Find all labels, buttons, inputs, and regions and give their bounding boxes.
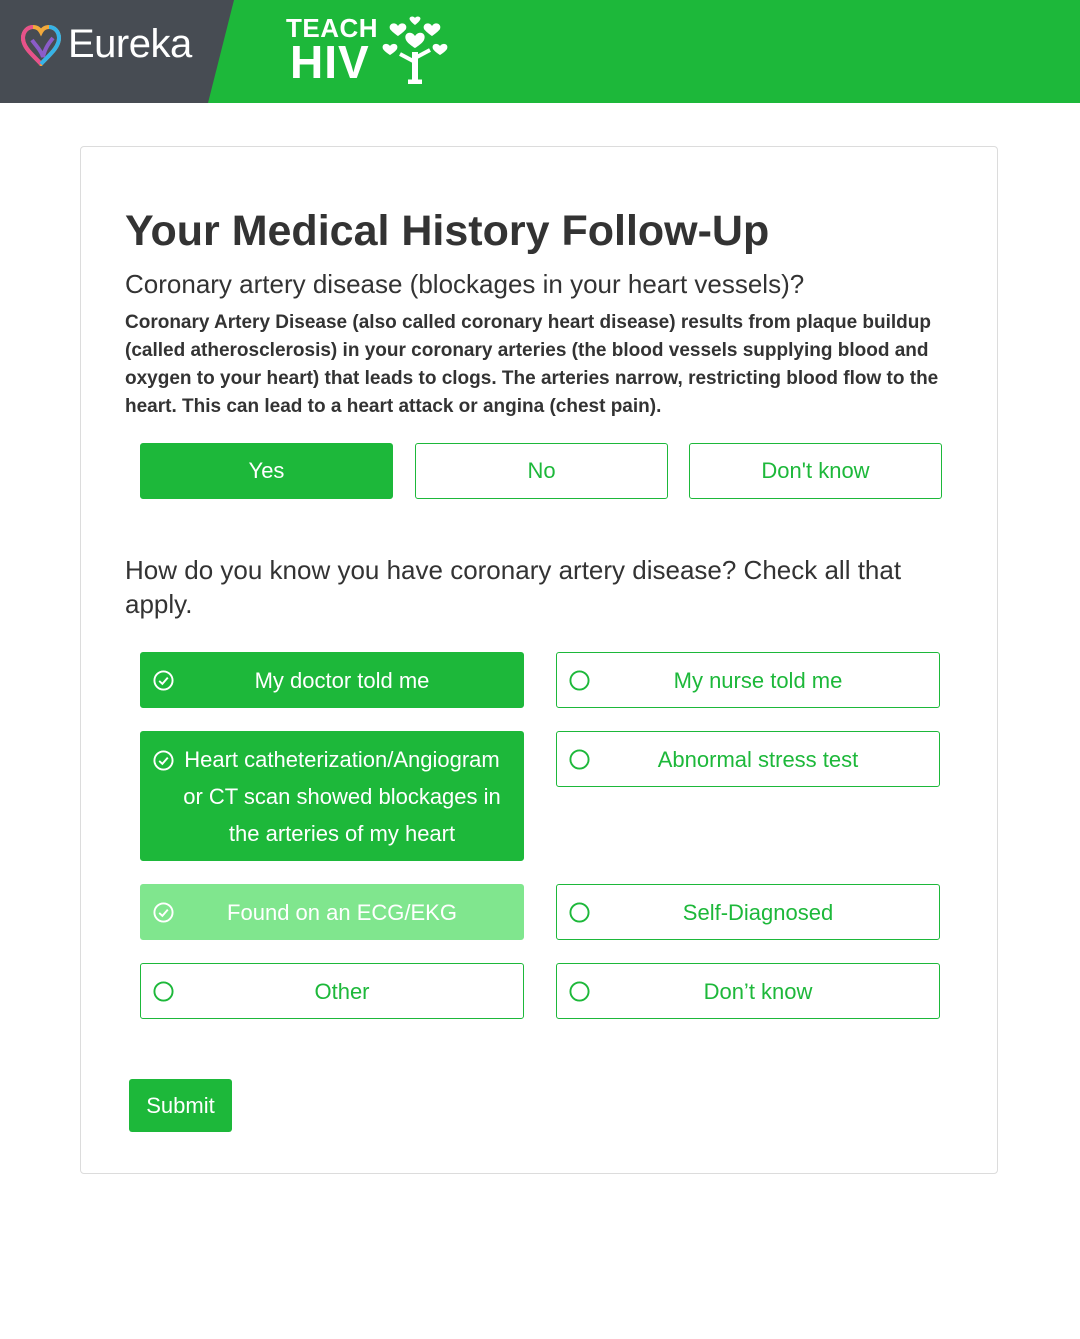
option-abnormal-stress-test[interactable]: Abnormal stress test (556, 731, 940, 787)
option-self-diagnosed[interactable]: Self-Diagnosed (556, 884, 940, 940)
followup-question: How do you know you have coronary artery… (125, 555, 902, 619)
answer-no-button[interactable]: No (415, 443, 668, 499)
program-logo-bottom: HIV (290, 36, 370, 88)
option-label: Don’t know (703, 978, 813, 1004)
heart-logo-icon (20, 24, 62, 66)
tree-icon (382, 16, 448, 84)
option-label: Abnormal stress test (657, 746, 859, 772)
option-heart-catheterization[interactable]: Heart catheterization/Angiogram or CT sc… (140, 731, 524, 861)
question-card: Your Medical History Follow-Up Coronary … (80, 146, 998, 1174)
check-circle-icon (153, 901, 174, 923)
top-header: Eureka TEACH HIV (0, 0, 1080, 103)
circle-icon (569, 748, 590, 770)
check-circle-icon (153, 750, 174, 771)
circle-icon (153, 980, 174, 1002)
circle-icon (569, 980, 590, 1002)
circle-icon (569, 901, 590, 923)
option-label: Other (314, 978, 370, 1004)
question-text: Coronary artery disease (blockages in yo… (125, 269, 805, 299)
brand-panel: Eureka (0, 0, 234, 103)
answer-dont-know-button[interactable]: Don't know (689, 443, 942, 499)
option-other[interactable]: Other (140, 963, 524, 1019)
option-nurse-told-me[interactable]: My nurse told me (556, 652, 940, 708)
brand-name: Eureka (68, 22, 192, 66)
option-ecg-ekg[interactable]: Found on an ECG/EKG (140, 884, 524, 940)
answer-yes-button[interactable]: Yes (140, 443, 393, 499)
submit-button[interactable]: Submit (129, 1079, 232, 1132)
option-label: My nurse told me (673, 667, 843, 693)
question-description: Coronary Artery Disease (also called cor… (125, 312, 939, 417)
option-label: Heart catheterization/Angiogram or CT sc… (183, 746, 501, 846)
check-circle-icon (153, 669, 174, 691)
option-label: Found on an ECG/EKG (227, 899, 457, 925)
option-doctor-told-me[interactable]: My doctor told me (140, 652, 524, 708)
option-dont-know[interactable]: Don’t know (556, 963, 940, 1019)
page-title: Your Medical History Follow-Up (125, 207, 770, 255)
circle-icon (569, 669, 590, 691)
option-label: Self-Diagnosed (682, 899, 834, 925)
option-label: My doctor told me (254, 667, 430, 693)
answer-choices: Yes No Don't know (140, 443, 943, 499)
